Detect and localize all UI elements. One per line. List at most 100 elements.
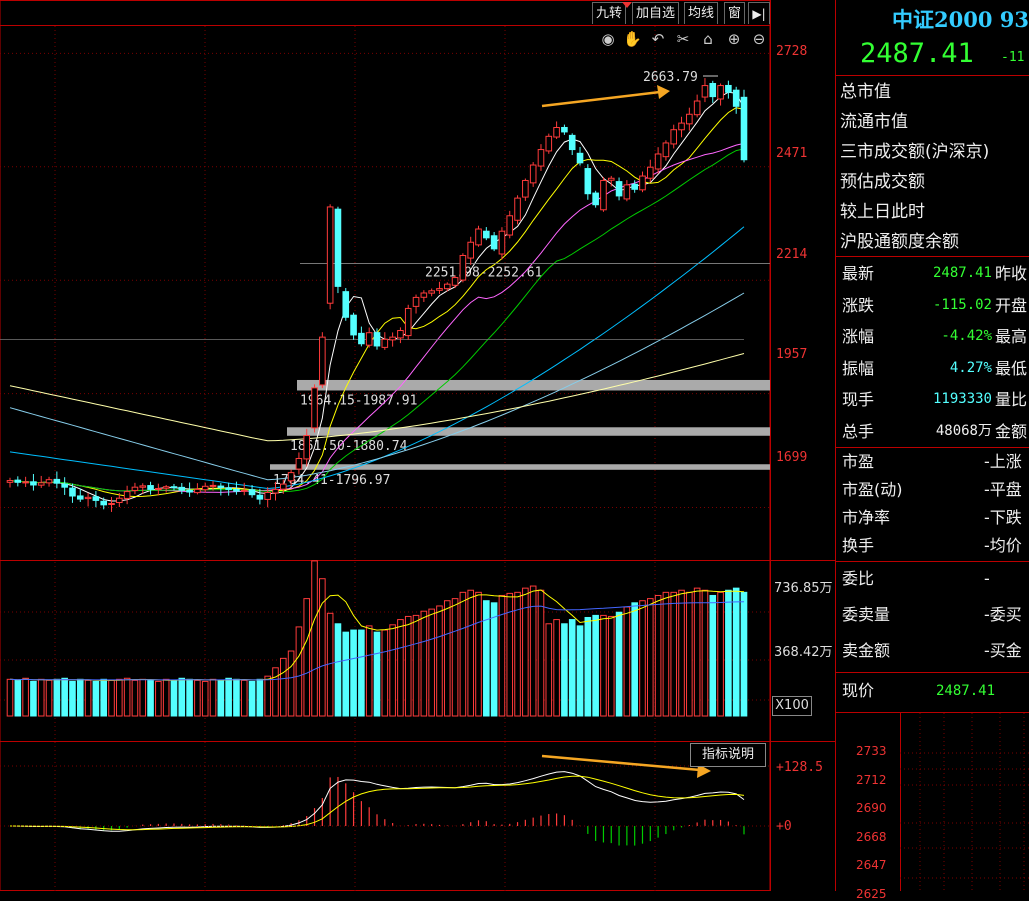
- hand-icon[interactable]: ✋: [623, 30, 642, 48]
- candle: [358, 326, 365, 347]
- candle: [576, 147, 584, 166]
- volume-bar: [646, 598, 654, 717]
- candle: [592, 190, 599, 208]
- volume-bar: [69, 680, 76, 717]
- volume-bar: [116, 678, 123, 717]
- candle: [709, 80, 717, 103]
- volume-bar: [381, 629, 389, 717]
- volume-bar: [475, 591, 482, 717]
- scissors-icon[interactable]: ✂: [674, 30, 692, 48]
- volume-bar: [30, 680, 37, 717]
- stat-value: -115.02: [932, 296, 992, 313]
- stat-side-label: 量比: [995, 390, 1028, 409]
- volume-bar: [483, 600, 490, 717]
- volume-bar: [568, 619, 576, 717]
- order-side-label: -委买: [984, 605, 1022, 624]
- volume-bar: [459, 591, 467, 717]
- candle: [561, 124, 568, 135]
- mini-price-tick: 2668: [856, 829, 887, 844]
- volume-bar: [209, 678, 217, 717]
- mini-price-tick: 2733: [856, 744, 887, 758]
- volume-bar: [709, 594, 717, 717]
- volume-bar: [373, 631, 381, 717]
- market-side-label: -均价: [984, 536, 1022, 555]
- volume-bar: [22, 677, 29, 717]
- candle: [639, 171, 646, 193]
- gap-zone: [297, 379, 770, 391]
- order-side-label: -买金: [984, 641, 1022, 660]
- candle: [389, 332, 396, 347]
- volume-bar: [701, 589, 709, 717]
- indicator-help-button[interactable]: 指标说明: [690, 743, 766, 767]
- volume-bar: [264, 675, 271, 717]
- volume-bar: [6, 678, 14, 717]
- macd-tick: +0: [776, 819, 792, 834]
- candle: [701, 78, 709, 103]
- candle: [654, 147, 662, 174]
- arrow-right-bar-icon[interactable]: ▶|: [748, 2, 770, 24]
- info-label: 较上日此时: [840, 202, 925, 222]
- volume-bar: [303, 598, 311, 717]
- volume-bar: [639, 600, 646, 717]
- current-price: 2487.41: [860, 38, 974, 69]
- volume-bar: [233, 678, 240, 717]
- zoom-out-icon[interactable]: ⊖: [750, 30, 768, 48]
- volume-bar: [92, 680, 100, 717]
- candle: [725, 80, 732, 99]
- candle: [522, 178, 529, 201]
- candle: [131, 482, 139, 495]
- volume-bar: [358, 629, 365, 717]
- candle: [693, 94, 701, 118]
- volume-bar: [467, 589, 475, 717]
- moving-average-button[interactable]: 均线: [684, 2, 719, 24]
- volume-bar: [615, 611, 623, 717]
- high-price-label: 2663.79: [643, 70, 698, 85]
- stat-value: 2487.41: [932, 265, 992, 281]
- market-label: 市净率: [842, 508, 891, 527]
- candle: [412, 294, 420, 314]
- candle: [326, 204, 334, 310]
- candle: [475, 225, 482, 247]
- volume-bar: [170, 679, 178, 717]
- volume-bar: [576, 625, 584, 717]
- stat-label: 振幅: [842, 358, 875, 378]
- candle: [108, 497, 115, 512]
- candle: [92, 490, 100, 508]
- candle: [459, 253, 467, 283]
- volume-bar: [76, 678, 84, 717]
- volume-bar: [123, 677, 131, 717]
- volume-bar: [225, 677, 232, 717]
- candle: [334, 206, 342, 294]
- candle: [436, 281, 443, 294]
- volume-bar: [584, 616, 592, 717]
- volume-bar: [61, 677, 68, 717]
- order-label: 委卖量: [842, 605, 891, 624]
- candle: [568, 133, 576, 156]
- volume-bar: [178, 677, 186, 717]
- candle: [420, 290, 428, 302]
- candle: [162, 484, 170, 493]
- stat-side-label: 金额: [995, 421, 1028, 441]
- nine-turn-button[interactable]: 九转: [592, 2, 627, 24]
- lock-icon[interactable]: ⌂: [699, 30, 717, 48]
- undo-icon[interactable]: ↶: [649, 30, 667, 48]
- candle: [155, 483, 162, 496]
- volume-bar: [436, 605, 443, 717]
- candle: [404, 304, 412, 340]
- market-label: 换手: [842, 536, 875, 555]
- zoom-in-icon[interactable]: ⊕: [725, 30, 743, 48]
- volume-bar: [631, 602, 638, 717]
- volume-bar: [186, 678, 193, 717]
- gap-zone: [287, 427, 770, 436]
- volume-bar: [553, 619, 560, 717]
- market-side-label: -上涨: [984, 452, 1022, 471]
- eye-icon[interactable]: ◉: [599, 30, 617, 48]
- volume-tick: 736.85万: [774, 581, 833, 596]
- window-button[interactable]: 窗: [724, 2, 746, 24]
- volume-bar: [389, 624, 396, 717]
- candle: [662, 140, 670, 161]
- volume-bar: [428, 608, 435, 717]
- volume-bar: [654, 594, 662, 717]
- volume-bar: [272, 667, 279, 717]
- add-favorite-button[interactable]: 加自选: [632, 2, 680, 24]
